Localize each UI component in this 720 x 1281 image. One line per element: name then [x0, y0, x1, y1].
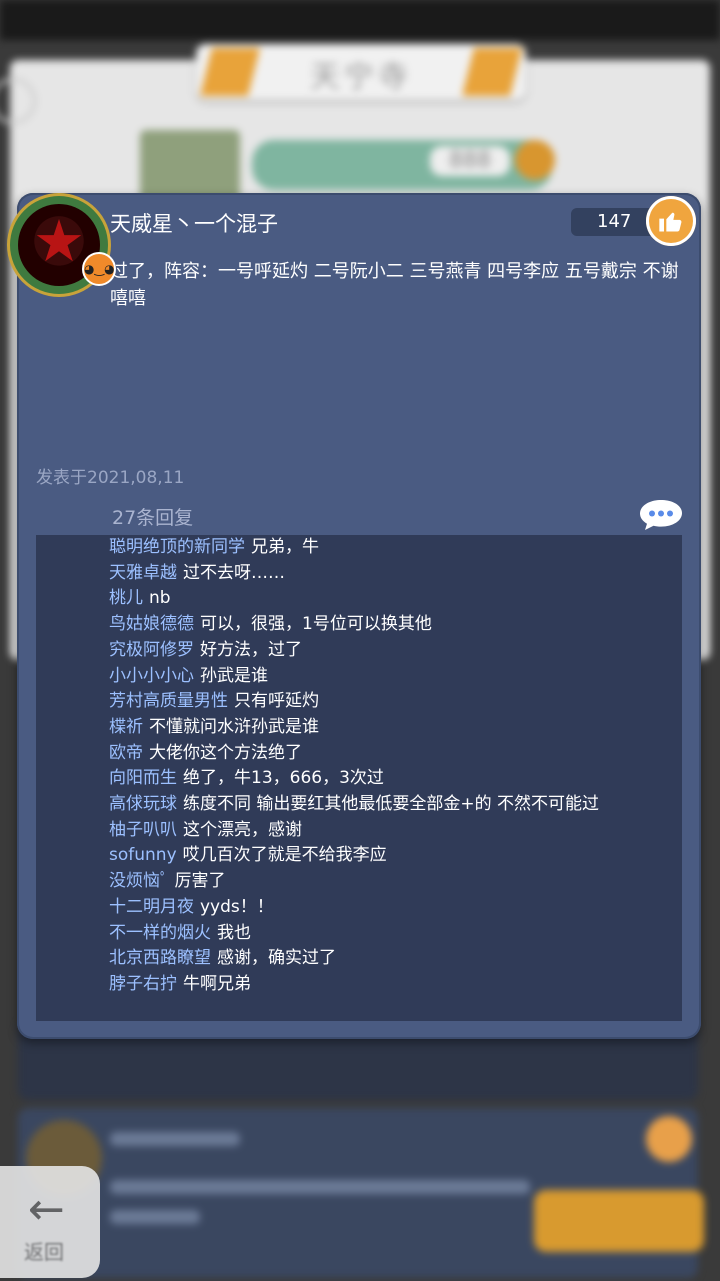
reply-item: 究极阿修罗 好方法，过了 [109, 638, 660, 664]
reply-nickname[interactable]: 究极阿修罗 [109, 640, 194, 660]
arrow-left-icon: ← [28, 1184, 65, 1235]
back-button[interactable]: ← 返回 [0, 1166, 100, 1278]
reply-nickname[interactable]: 楪祈 [109, 717, 143, 737]
reply-text: 我也 [217, 922, 251, 943]
reply-nickname[interactable]: 欧帝 [109, 743, 143, 763]
reply-text: 好方法，过了 [200, 639, 302, 660]
add-icon [515, 140, 555, 180]
username[interactable]: 天威星丶一个混子 [110, 208, 278, 238]
reply-text: 绝了，牛13，666，3次过 [183, 768, 384, 789]
reply-item: sofunny 哎几百次了就是不给我李应 [109, 843, 660, 869]
reply-item: 不一样的烟火 我也 [109, 921, 660, 947]
reply-nickname[interactable]: 小小小小心 [109, 666, 194, 686]
background-title: 天宁寺 [310, 60, 412, 95]
reply-text: yyds！！ [200, 896, 274, 917]
like-button[interactable] [646, 196, 696, 246]
reply-nickname[interactable]: 十二明月夜 [109, 897, 194, 917]
reply-button[interactable] [638, 498, 684, 532]
reply-count[interactable]: 27条回复 [112, 503, 193, 530]
reply-item: 聪明绝顶的新同学 兄弟，牛 [109, 535, 660, 561]
reply-item: 向阳而生 绝了，牛13，666，3次过 [109, 766, 660, 792]
reply-nickname[interactable]: 鸟姑娘德德 [109, 614, 194, 634]
reply-item: 十二明月夜 yyds！！ [109, 895, 660, 921]
reply-text: 感谢，确实过了 [217, 948, 336, 969]
reply-text: 练度不同 输出要红其他最低要全部金+的 不然不可能过 [183, 794, 600, 815]
reply-item: 楪祈 不懂就问水浒孙武是谁 [109, 715, 660, 741]
reply-text: 不懂就问水浒孙武是谁 [149, 716, 319, 737]
reply-item: 欧帝 大佬你这个方法绝了 [109, 741, 660, 767]
chat-bubble-icon [640, 500, 682, 530]
reply-nickname[interactable]: 聪明绝顶的新同学 [109, 537, 245, 557]
reply-item: 高俅玩球 练度不同 输出要红其他最低要全部金+的 不然不可能过 [109, 792, 660, 818]
reply-nickname[interactable]: 北京西路瞭望 [109, 948, 211, 968]
reply-nickname[interactable]: 向阳而生 [109, 768, 177, 788]
reply-nickname[interactable]: 桃儿 [109, 588, 143, 608]
reply-nickname[interactable]: 不一样的烟火 [109, 923, 211, 943]
reply-text: 牛啊兄弟 [183, 973, 251, 994]
reply-item: 桃儿 nb [109, 586, 660, 612]
reply-text: 可以，很强，1号位可以换其他 [200, 614, 432, 635]
reply-nickname[interactable]: 柚子叭叭 [109, 820, 177, 840]
reply-text: nb [149, 588, 171, 609]
reply-text: 过不去呀…… [183, 562, 285, 583]
reply-nickname[interactable]: 没烦恼ﾟ [109, 871, 169, 891]
reply-item: 天雅卓越 过不去呀…… [109, 561, 660, 587]
score-value: 888 [430, 146, 510, 176]
thumbs-up-icon [659, 212, 682, 232]
reply-item: 北京西路瞭望 感谢，确实过了 [109, 946, 660, 972]
status-bar [0, 0, 720, 40]
reply-nickname[interactable]: 高俅玩球 [109, 794, 177, 814]
reply-nickname[interactable]: 天雅卓越 [109, 563, 177, 583]
reply-text: 大佬你这个方法绝了 [149, 742, 302, 763]
post-comment-button[interactable] [534, 1190, 704, 1252]
tiger-badge-icon: ◕‿◕ [82, 252, 116, 286]
like-count: 147 [571, 208, 657, 236]
background-like-icon [646, 1116, 692, 1162]
post-date: 发表于2021,08,11 [36, 468, 185, 488]
back-label: 返回 [24, 1240, 64, 1264]
reply-nickname[interactable]: 芳村高质量男性 [109, 691, 228, 711]
reply-nickname[interactable]: sofunny [109, 845, 177, 865]
reply-item: 芳村高质量男性 只有呼延灼 [109, 689, 660, 715]
reply-item: 小小小小心 孙武是谁 [109, 664, 660, 690]
reply-item: 没烦恼ﾟ 厉害了 [109, 869, 660, 895]
comment-content: 过了，阵容：一号呼延灼 二号阮小二 三号燕青 四号李应 五号戴宗 不谢嘻嘻 [110, 261, 679, 309]
reply-text: 兄弟，牛 [251, 537, 319, 557]
reply-text: 这个漂亮，感谢 [183, 819, 302, 840]
reply-text: 哎几百次了就是不给我李应 [182, 845, 387, 866]
background-text-line [110, 1132, 240, 1146]
avatar[interactable]: ★ ◕‿◕ [10, 196, 116, 294]
reply-text: 只有呼延灼 [234, 691, 319, 712]
title-plate: 天宁寺 [196, 44, 526, 100]
reply-item: 鸟姑娘德德 可以，很强，1号位可以换其他 [109, 612, 660, 638]
background-text-line [110, 1180, 530, 1194]
reply-nickname[interactable]: 脖子右拧 [109, 974, 177, 994]
background-text-line [110, 1210, 200, 1224]
reply-text: 孙武是谁 [200, 665, 268, 686]
reply-item: 脖子右拧 牛啊兄弟 [109, 972, 660, 998]
reply-text: 厉害了 [174, 871, 226, 892]
reply-list[interactable]: 聪明绝顶的新同学 兄弟，牛 天雅卓越 过不去呀…… 桃儿 nb 鸟姑娘德德 可以，很强，1号位… [36, 535, 682, 1021]
reply-item: 柚子叭叭 这个漂亮，感谢 [109, 818, 660, 844]
